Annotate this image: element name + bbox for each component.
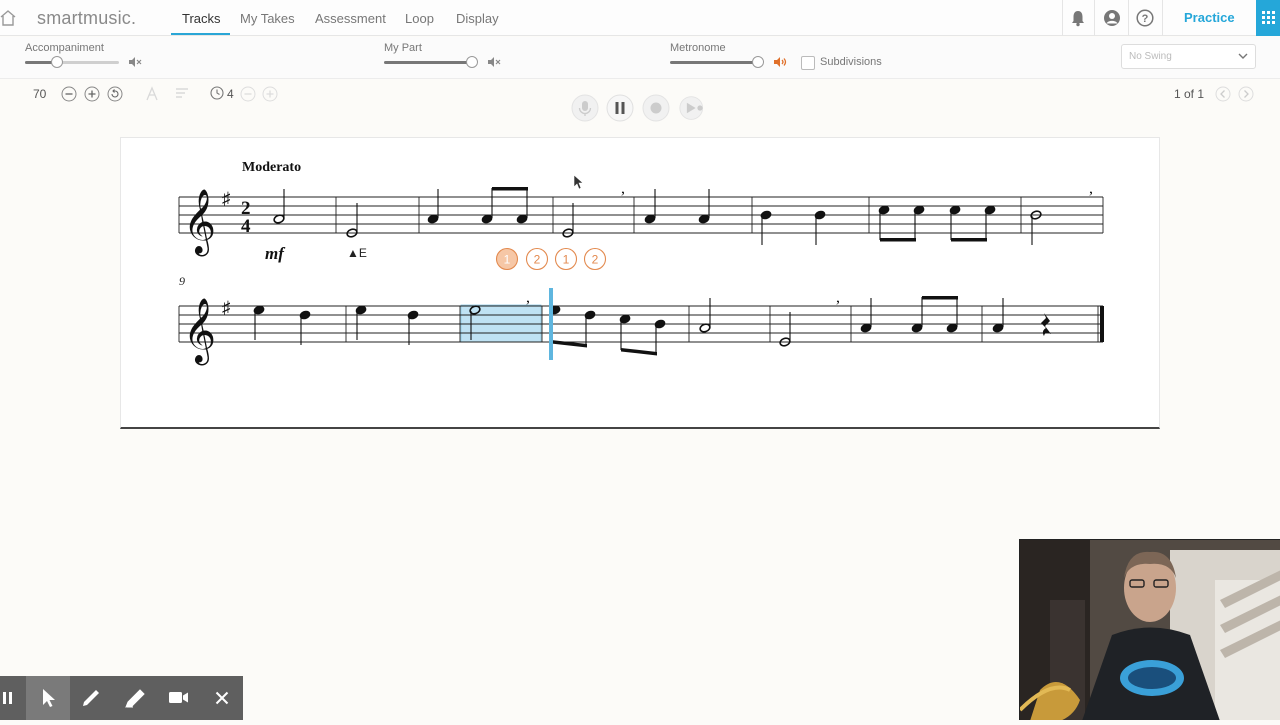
top-navigation: smartmusic. Tracks My Takes Assessment L…: [0, 0, 1280, 36]
tab-my-takes[interactable]: My Takes: [240, 11, 295, 26]
mouse-cursor-icon: [573, 174, 584, 190]
camera-tool-button[interactable]: [156, 676, 200, 720]
subdivisions-label: Subdivisions: [820, 56, 882, 68]
next-page-icon[interactable]: [1238, 86, 1254, 102]
count-in-clock-icon[interactable]: [210, 86, 224, 100]
account-icon[interactable]: [1103, 9, 1121, 27]
svg-text:,: ,: [621, 180, 625, 197]
sheet-music-page[interactable]: 𝄞 ♯ 2 4 Moderato mf ▲E , , 1 2 1 2 9 𝄞 ♯…: [120, 137, 1160, 429]
tempo-decrease-icon[interactable]: [61, 86, 77, 102]
dynamic-marking: mf: [265, 244, 286, 263]
tuner-icon[interactable]: [145, 86, 159, 102]
treble-clef: 𝄞: [183, 298, 216, 365]
close-icon: [215, 691, 229, 705]
mixer-panel: Accompaniment My Part Metronome Subdivis…: [0, 37, 1280, 79]
metronome-slider-fill[interactable]: [670, 61, 758, 64]
camera-icon: [169, 692, 188, 703]
accompaniment-slider-handle[interactable]: [51, 56, 63, 68]
pause-button[interactable]: [606, 94, 634, 122]
pointer-icon: [43, 689, 55, 707]
annotation-toolbar: [0, 676, 243, 720]
fingering-annotation: ▲E: [347, 246, 367, 260]
metronome-label: Metronome: [670, 42, 726, 54]
tab-tracks[interactable]: Tracks: [182, 11, 221, 26]
speaker-active-icon[interactable]: [773, 56, 789, 68]
divider: [1062, 0, 1063, 36]
previous-page-icon[interactable]: [1215, 86, 1231, 102]
notes-staff-1: , ,: [273, 180, 1093, 245]
brand-logo[interactable]: smartmusic.: [37, 8, 136, 29]
staff-line-1: [178, 196, 1104, 234]
chevron-down-icon: [1238, 53, 1248, 59]
svg-text:,: ,: [526, 289, 530, 306]
page-indicator: 1 of 1: [1174, 87, 1205, 101]
home-icon[interactable]: [0, 9, 16, 27]
measure-number: 9: [179, 274, 185, 288]
webcam-image: [1020, 540, 1280, 720]
help-icon[interactable]: ?: [1136, 9, 1154, 27]
tempo-reset-icon[interactable]: [107, 86, 123, 102]
metronome-slider-handle[interactable]: [752, 56, 764, 68]
tab-loop[interactable]: Loop: [405, 11, 434, 26]
my-part-label: My Part: [384, 42, 422, 54]
my-part-slider-fill[interactable]: [384, 61, 472, 64]
tab-assessment[interactable]: Assessment: [315, 11, 386, 26]
beat-counter-label: 1: [563, 253, 570, 267]
practice-mode-button[interactable]: Practice: [1184, 10, 1235, 25]
swing-select[interactable]: No Swing: [1121, 44, 1256, 69]
count-in-increase-icon[interactable]: [262, 86, 278, 102]
active-tab-indicator: [171, 33, 230, 35]
key-signature-sharp: ♯: [222, 298, 231, 317]
apps-grid-button[interactable]: [1256, 0, 1280, 36]
svg-text:?: ?: [1142, 13, 1149, 25]
webcam-video-feed[interactable]: [1019, 539, 1280, 720]
notifications-bell-icon[interactable]: [1070, 9, 1086, 27]
highlighter-tool-button[interactable]: [113, 676, 157, 720]
score-notation: 𝄞 ♯ 2 4 Moderato mf ▲E , , 1 2 1 2 9 𝄞 ♯…: [178, 160, 1104, 365]
part-list-icon[interactable]: [175, 87, 189, 101]
tab-display[interactable]: Display: [456, 11, 499, 26]
notes-staff-2: , ,: [253, 289, 1051, 356]
tempo-increase-icon[interactable]: [84, 86, 100, 102]
loop-highlight-measure[interactable]: [460, 304, 542, 343]
staff-line-2: [178, 305, 1103, 343]
speaker-muted-icon[interactable]: [487, 56, 501, 68]
count-in-value: 4: [227, 87, 234, 101]
treble-clef: 𝄞: [183, 189, 216, 256]
beat-counter-label: 2: [534, 253, 541, 267]
tempo-value[interactable]: 70: [33, 87, 46, 101]
divider: [1162, 0, 1163, 36]
swing-select-value: No Swing: [1129, 51, 1172, 62]
beat-counter-label: 2: [592, 253, 599, 267]
close-toolbar-button[interactable]: [200, 676, 244, 720]
subdivisions-checkbox[interactable]: [801, 56, 815, 70]
beat-counters: 1 2 1 2: [495, 247, 607, 271]
highlighter-icon: [125, 689, 145, 708]
divider: [1094, 0, 1095, 36]
count-in-decrease-icon[interactable]: [240, 86, 256, 102]
grid-icon: [1262, 11, 1275, 24]
tempo-marking: Moderato: [242, 160, 301, 175]
record-button[interactable]: [642, 94, 670, 122]
pencil-tool-button[interactable]: [69, 676, 113, 720]
playback-controls: 70 4 1 of 1: [0, 80, 1280, 108]
svg-text:,: ,: [1089, 180, 1093, 197]
beat-counter-label: 1: [504, 253, 511, 267]
divider: [1128, 0, 1129, 36]
key-signature-sharp: ♯: [222, 189, 231, 208]
final-barline: [1100, 306, 1104, 342]
my-part-slider-handle[interactable]: [466, 56, 478, 68]
time-signature-bottom: 4: [241, 216, 251, 237]
speaker-muted-icon[interactable]: [128, 56, 142, 68]
playback-cursor: [549, 288, 553, 360]
accompaniment-label: Accompaniment: [25, 42, 104, 54]
pencil-icon: [83, 690, 99, 706]
microphone-button[interactable]: [571, 94, 599, 122]
pointer-tool-button[interactable]: [26, 676, 70, 720]
play-recording-button[interactable]: [679, 94, 707, 122]
svg-text:,: ,: [836, 289, 840, 306]
